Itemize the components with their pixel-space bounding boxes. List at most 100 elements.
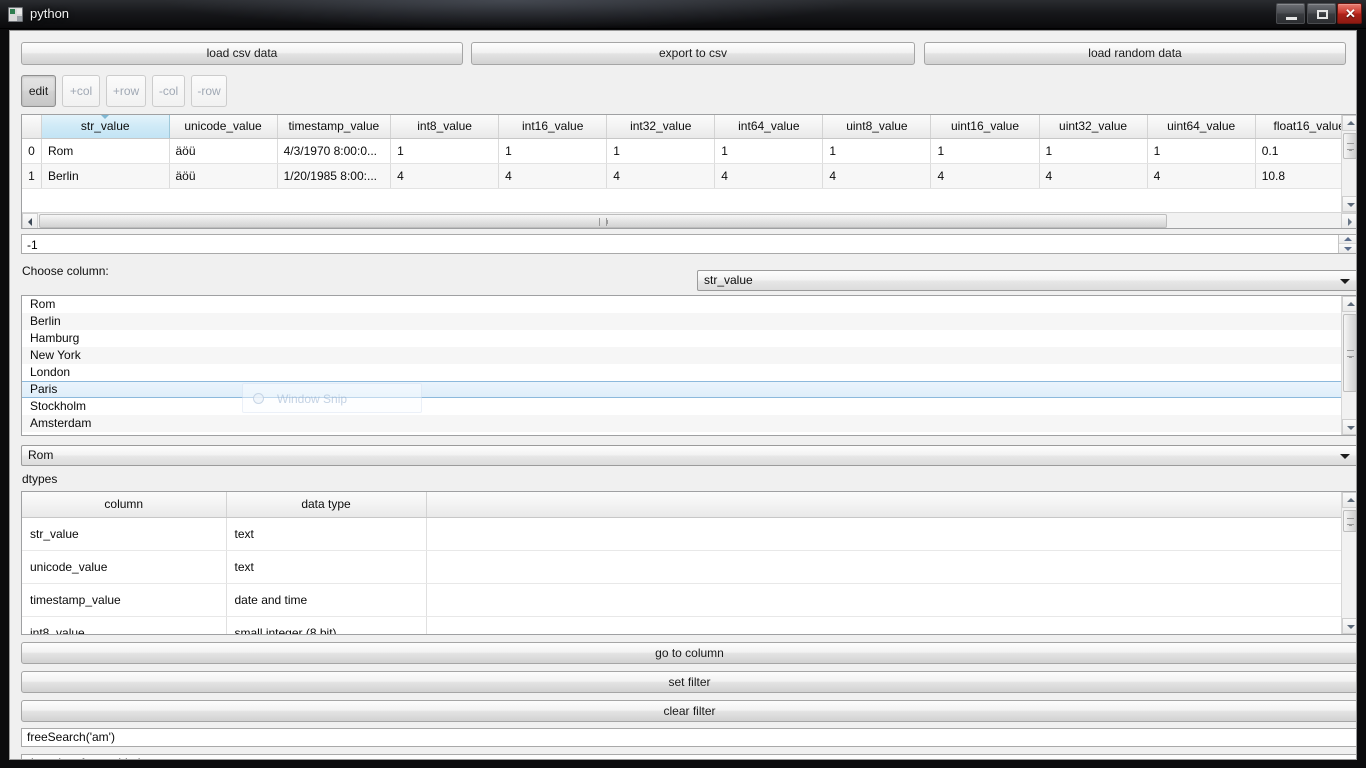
remove-column-button[interactable]: -col — [152, 75, 185, 107]
dtypes-column-header-empty[interactable] — [426, 492, 1343, 518]
list-item[interactable]: Berlin — [22, 313, 1341, 330]
dtypes-cell-datatype[interactable]: date and time — [226, 583, 427, 617]
table-row[interactable]: str_value text — [22, 517, 1343, 551]
table-cell[interactable]: 4 — [930, 163, 1040, 189]
data-table-view[interactable]: str_value unicode_value timestamp_value … — [21, 114, 1356, 229]
scrollbar-thumb[interactable] — [1343, 314, 1356, 392]
list-item[interactable]: Amsterdam — [22, 415, 1341, 432]
list-item[interactable]: London — [22, 364, 1341, 381]
scrollbar-thumb[interactable] — [39, 214, 1167, 228]
column-header-int64_value[interactable]: int64_value — [714, 115, 824, 139]
scroll-down-arrow-icon[interactable] — [1342, 419, 1356, 435]
table-cell[interactable]: 1 — [606, 138, 716, 164]
column-header-uint8_value[interactable]: uint8_value — [822, 115, 932, 139]
choose-column-combobox[interactable]: str_value — [697, 270, 1356, 291]
table-corner-header[interactable] — [22, 115, 42, 139]
drop-data-hint-input[interactable]: drop data from table here — [21, 754, 1356, 759]
minimize-button[interactable] — [1276, 3, 1305, 24]
dtypes-cell-datatype[interactable]: text — [226, 550, 427, 584]
list-item[interactable]: New York — [22, 347, 1341, 364]
column-header-int8_value[interactable]: int8_value — [390, 115, 500, 139]
dtypes-cell-column[interactable]: unicode_value — [22, 550, 227, 584]
row-index-spinbox[interactable]: -1 — [21, 234, 1356, 254]
table-cell[interactable]: 4 — [822, 163, 932, 189]
table-cell[interactable]: 4 — [606, 163, 716, 189]
table-cell[interactable]: äöü — [169, 138, 278, 164]
column-header-unicode_value[interactable]: unicode_value — [169, 115, 278, 139]
dtypes-cell-column[interactable]: str_value — [22, 517, 227, 551]
data-table-horizontal-scrollbar[interactable] — [22, 212, 1356, 228]
table-cell[interactable]: 1 — [930, 138, 1040, 164]
table-row[interactable]: 1 Berlin äöü 1/20/1985 8:00:... 4 4 4 4 … — [22, 163, 1356, 189]
edit-toggle-button[interactable]: edit — [21, 75, 56, 107]
list-item-selected[interactable]: Paris — [22, 381, 1341, 398]
scroll-right-arrow-icon[interactable] — [1341, 213, 1356, 228]
free-search-input[interactable]: freeSearch('am') — [21, 728, 1356, 747]
column-header-uint32_value[interactable]: uint32_value — [1039, 115, 1148, 139]
table-cell[interactable]: 4/3/1970 8:00:0... — [277, 138, 392, 164]
table-cell[interactable]: 1 — [714, 138, 824, 164]
table-cell[interactable]: 4 — [1039, 163, 1148, 189]
add-column-button[interactable]: +col — [62, 75, 100, 107]
table-cell[interactable]: 4 — [714, 163, 824, 189]
clear-filter-button[interactable]: clear filter — [21, 700, 1356, 722]
column-header-int16_value[interactable]: int16_value — [498, 115, 608, 139]
dtypes-cell-empty[interactable] — [426, 517, 1343, 551]
table-cell[interactable]: 4 — [498, 163, 608, 189]
load-random-data-button[interactable]: load random data — [924, 42, 1346, 65]
selected-value-combobox[interactable]: Rom — [21, 445, 1356, 466]
load-csv-data-button[interactable]: load csv data — [21, 42, 463, 65]
column-header-uint64_value[interactable]: uint64_value — [1147, 115, 1256, 139]
dtypes-cell-empty[interactable] — [426, 583, 1343, 617]
export-to-csv-button[interactable]: export to csv — [471, 42, 915, 65]
table-cell[interactable]: äöü — [169, 163, 278, 189]
scroll-up-arrow-icon[interactable] — [1342, 296, 1356, 312]
table-cell[interactable]: 1 — [822, 138, 932, 164]
go-to-column-button[interactable]: go to column — [21, 642, 1356, 664]
dtypes-column-header-column[interactable]: column — [22, 492, 227, 518]
unique-value-list[interactable]: Rom Berlin Hamburg New York London Paris… — [21, 295, 1356, 436]
table-row[interactable]: 0 Rom äöü 4/3/1970 8:00:0... 1 1 1 1 1 1… — [22, 138, 1356, 164]
maximize-button[interactable] — [1307, 3, 1336, 24]
column-header-timestamp_value[interactable]: timestamp_value — [277, 115, 392, 139]
column-header-uint16_value[interactable]: uint16_value — [930, 115, 1040, 139]
dtypes-cell-empty[interactable] — [426, 616, 1343, 634]
table-cell[interactable]: 1 — [390, 138, 500, 164]
dtypes-cell-datatype[interactable]: text — [226, 517, 427, 551]
list-item[interactable]: Stockholm — [22, 398, 1341, 415]
data-table-vertical-scrollbar[interactable] — [1341, 115, 1356, 212]
dtypes-column-header-datatype[interactable]: data type — [226, 492, 427, 518]
table-cell[interactable]: 1 — [1147, 138, 1256, 164]
scrollbar-thumb[interactable] — [1343, 133, 1356, 159]
table-cell[interactable]: 1 — [498, 138, 608, 164]
table-cell[interactable]: Berlin — [41, 163, 170, 189]
scroll-down-arrow-icon[interactable] — [1342, 618, 1356, 634]
dtypes-cell-empty[interactable] — [426, 550, 1343, 584]
table-cell[interactable]: 1/20/1985 8:00:... — [277, 163, 392, 189]
table-cell[interactable]: 1 — [1039, 138, 1148, 164]
close-button[interactable]: ✕ — [1337, 3, 1362, 24]
spinbox-increment-icon[interactable] — [1339, 235, 1356, 244]
table-cell[interactable]: 4 — [1147, 163, 1256, 189]
table-row[interactable]: int8_value small integer (8 bit) — [22, 616, 1343, 634]
dtypes-cell-column[interactable]: timestamp_value — [22, 583, 227, 617]
column-header-str_value[interactable]: str_value — [41, 115, 170, 139]
scroll-up-arrow-icon[interactable] — [1342, 115, 1356, 131]
add-row-button[interactable]: +row — [106, 75, 146, 107]
scroll-down-arrow-icon[interactable] — [1342, 196, 1356, 212]
spinbox-decrement-icon[interactable] — [1339, 244, 1356, 253]
row-header[interactable]: 1 — [22, 163, 42, 189]
table-row[interactable]: timestamp_value date and time — [22, 583, 1343, 617]
scroll-left-arrow-icon[interactable] — [22, 213, 38, 228]
remove-row-button[interactable]: -row — [191, 75, 227, 107]
scrollbar-thumb[interactable] — [1343, 510, 1356, 532]
list-item[interactable]: Hamburg — [22, 330, 1341, 347]
row-header[interactable]: 0 — [22, 138, 42, 164]
dtypes-table-view[interactable]: column data type str_value text unicode_… — [21, 491, 1356, 635]
table-cell[interactable]: 4 — [390, 163, 500, 189]
value-list-vertical-scrollbar[interactable] — [1341, 296, 1356, 435]
set-filter-button[interactable]: set filter — [21, 671, 1356, 693]
dtypes-cell-datatype[interactable]: small integer (8 bit) — [226, 616, 427, 634]
dtypes-vertical-scrollbar[interactable] — [1341, 492, 1356, 634]
dtypes-cell-column[interactable]: int8_value — [22, 616, 227, 634]
